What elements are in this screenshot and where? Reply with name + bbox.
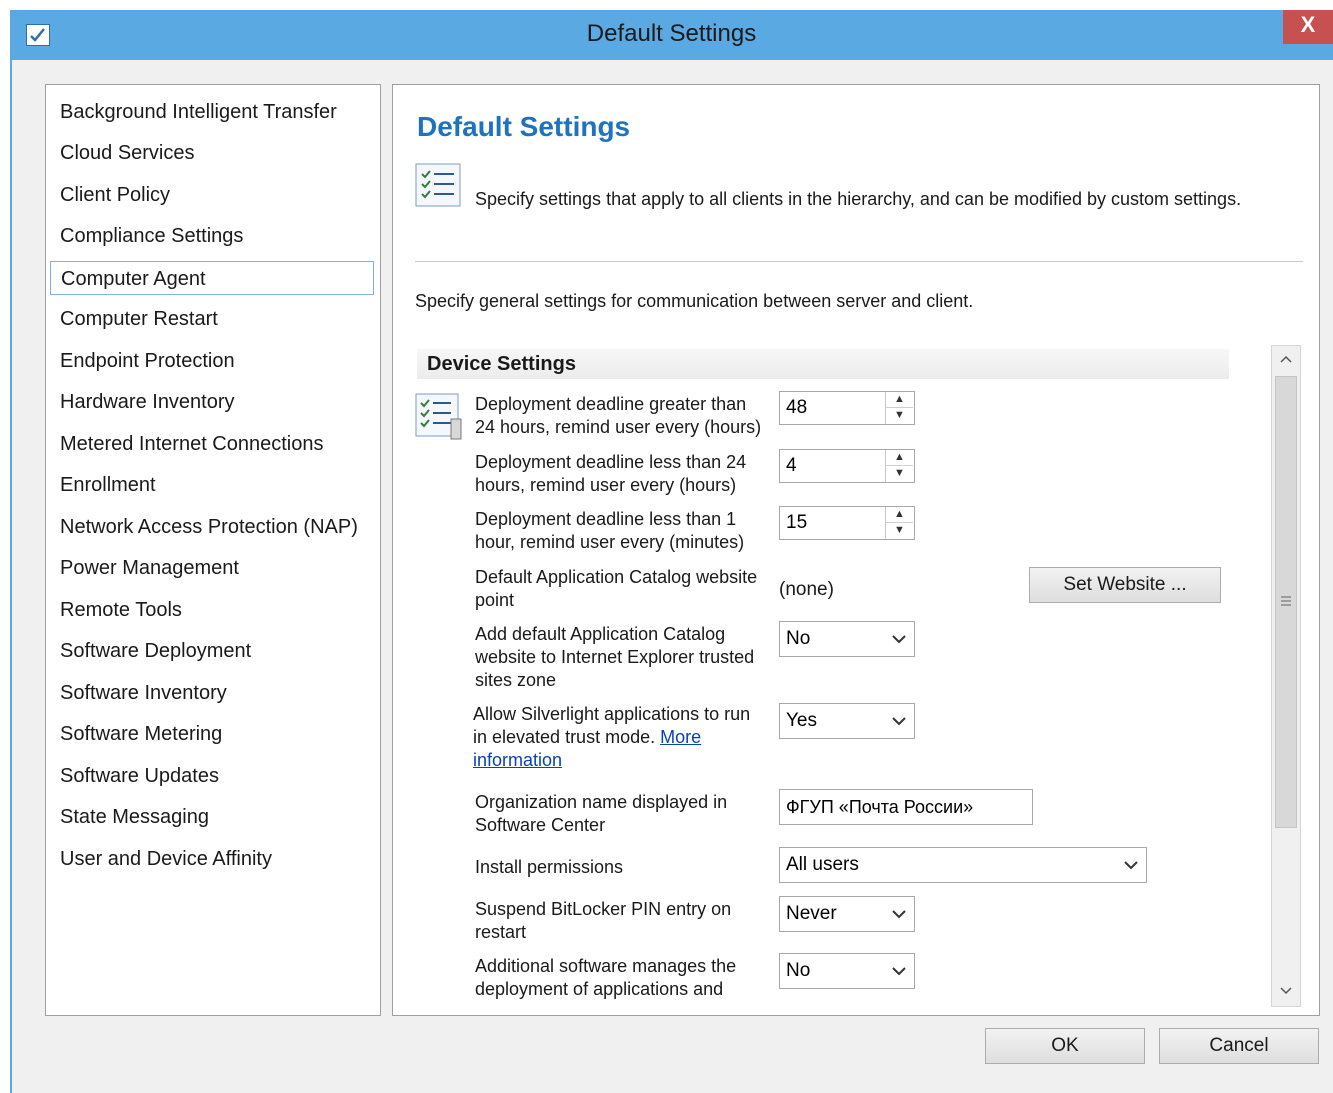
chevron-down-icon	[1124, 861, 1138, 870]
cancel-button[interactable]: Cancel	[1159, 1028, 1319, 1064]
select-value: All users	[786, 854, 859, 875]
spin-down-icon[interactable]: ▼	[886, 408, 913, 423]
spin-up-icon[interactable]: ▲	[886, 507, 913, 523]
deadline-greater-24h-spinner[interactable]: 48 ▲ ▼	[779, 391, 915, 425]
spin-up-icon[interactable]: ▲	[886, 392, 913, 408]
nav-item-nap[interactable]: Network Access Protection (NAP)	[50, 510, 374, 544]
window-title: Default Settings	[586, 20, 757, 47]
spin-down-icon[interactable]: ▼	[886, 466, 913, 481]
label-add-trusted-zone: Add default Application Catalog website …	[475, 624, 755, 690]
set-website-button[interactable]: Set Website ...	[1029, 567, 1221, 603]
select-value: Never	[786, 903, 837, 924]
deadline-less-24h-spinner[interactable]: 4 ▲ ▼	[779, 449, 915, 483]
label-deadline-less-1h: Deployment deadline less than 1 hour, re…	[475, 509, 745, 552]
label-deadline-less-24h: Deployment deadline less than 24 hours, …	[475, 452, 747, 495]
spinner-buttons: ▲ ▼	[885, 392, 914, 424]
nav-item-client-policy[interactable]: Client Policy	[50, 178, 374, 212]
silverlight-select[interactable]: Yes	[779, 703, 915, 739]
chevron-down-icon	[892, 910, 906, 919]
nav-item-computer-restart[interactable]: Computer Restart	[50, 302, 374, 336]
nav-item-compliance-settings[interactable]: Compliance Settings	[50, 219, 374, 253]
ok-button[interactable]: OK	[985, 1028, 1145, 1064]
nav-item-bits[interactable]: Background Intelligent Transfer	[50, 95, 374, 129]
scroll-up-icon[interactable]	[1272, 346, 1300, 374]
settings-list-icon	[415, 391, 467, 441]
nav-item-software-inventory[interactable]: Software Inventory	[50, 676, 374, 710]
nav-item-software-updates[interactable]: Software Updates	[50, 759, 374, 793]
silverlight-label-text: Allow Silverlight applications to run in…	[473, 704, 751, 747]
spinner-buttons: ▲ ▼	[885, 507, 914, 539]
label-org-name: Organization name displayed in Software …	[475, 792, 728, 835]
panel-title: Default Settings	[417, 111, 631, 142]
label-install-permissions: Install permissions	[475, 857, 624, 877]
org-name-input[interactable]: ФГУП «Почта России»	[779, 789, 1033, 825]
select-value: Yes	[786, 710, 817, 731]
spinner-value: 48	[786, 397, 808, 418]
chevron-down-icon	[892, 717, 906, 726]
nav-item-software-deployment[interactable]: Software Deployment	[50, 634, 374, 668]
title-bar: Default Settings X	[10, 10, 1333, 60]
add-trusted-zone-select[interactable]: No	[779, 621, 915, 657]
label-silverlight: Allow Silverlight applications to run in…	[473, 703, 763, 772]
spin-down-icon[interactable]: ▼	[886, 523, 913, 538]
settings-nav: Background Intelligent Transfer Cloud Se…	[45, 84, 381, 1016]
nav-item-computer-agent[interactable]: Computer Agent	[50, 261, 374, 295]
nav-item-hardware-inventory[interactable]: Hardware Inventory	[50, 385, 374, 419]
nav-item-user-device-affinity[interactable]: User and Device Affinity	[50, 842, 374, 876]
suspend-bitlocker-select[interactable]: Never	[779, 896, 915, 932]
panel-description: Specify settings that apply to all clien…	[475, 189, 1242, 209]
spin-up-icon[interactable]: ▲	[886, 450, 913, 466]
scroll-down-icon[interactable]	[1272, 978, 1300, 1006]
label-app-catalog-point: Default Application Catalog website poin…	[475, 567, 758, 610]
checklist-icon	[415, 163, 461, 207]
app-catalog-point-value: (none)	[779, 579, 834, 600]
spinner-value: 4	[786, 455, 797, 476]
dialog-client-area: Background Intelligent Transfer Cloud Se…	[12, 60, 1333, 1093]
nav-item-metered-connections[interactable]: Metered Internet Connections	[50, 427, 374, 461]
grip-icon	[1281, 596, 1291, 606]
spinner-value: 15	[786, 512, 808, 533]
nav-item-enrollment[interactable]: Enrollment	[50, 468, 374, 502]
chevron-down-icon	[892, 635, 906, 644]
nav-item-cloud-services[interactable]: Cloud Services	[50, 136, 374, 170]
additional-software-select[interactable]: No	[779, 953, 915, 989]
input-value: ФГУП «Почта России»	[786, 797, 974, 817]
general-description: Specify general settings for communicati…	[415, 291, 974, 311]
divider	[415, 261, 1303, 262]
scrollbar-thumb[interactable]	[1275, 376, 1297, 828]
section-device-settings: Device Settings	[417, 349, 1229, 379]
nav-item-power-management[interactable]: Power Management	[50, 551, 374, 585]
select-value: No	[786, 628, 811, 649]
nav-item-software-metering[interactable]: Software Metering	[50, 717, 374, 751]
nav-item-state-messaging[interactable]: State Messaging	[50, 800, 374, 834]
select-value: No	[786, 960, 811, 981]
label-additional-software: Additional software manages the deployme…	[475, 956, 737, 999]
vertical-scrollbar[interactable]	[1271, 345, 1301, 1007]
label-suspend-bitlocker: Suspend BitLocker PIN entry on restart	[475, 899, 732, 942]
close-button[interactable]: X	[1283, 10, 1333, 44]
spinner-buttons: ▲ ▼	[885, 450, 914, 482]
nav-item-remote-tools[interactable]: Remote Tools	[50, 593, 374, 627]
dialog-window: Default Settings X Background Intelligen…	[10, 10, 1333, 1093]
chevron-down-icon	[892, 967, 906, 976]
settings-panel: Default Settings Specify settings that a…	[392, 84, 1320, 1016]
nav-item-endpoint-protection[interactable]: Endpoint Protection	[50, 344, 374, 378]
deadline-less-1h-spinner[interactable]: 15 ▲ ▼	[779, 506, 915, 540]
install-permissions-select[interactable]: All users	[779, 847, 1147, 883]
label-deadline-greater-24h: Deployment deadline greater than 24 hour…	[475, 394, 762, 437]
